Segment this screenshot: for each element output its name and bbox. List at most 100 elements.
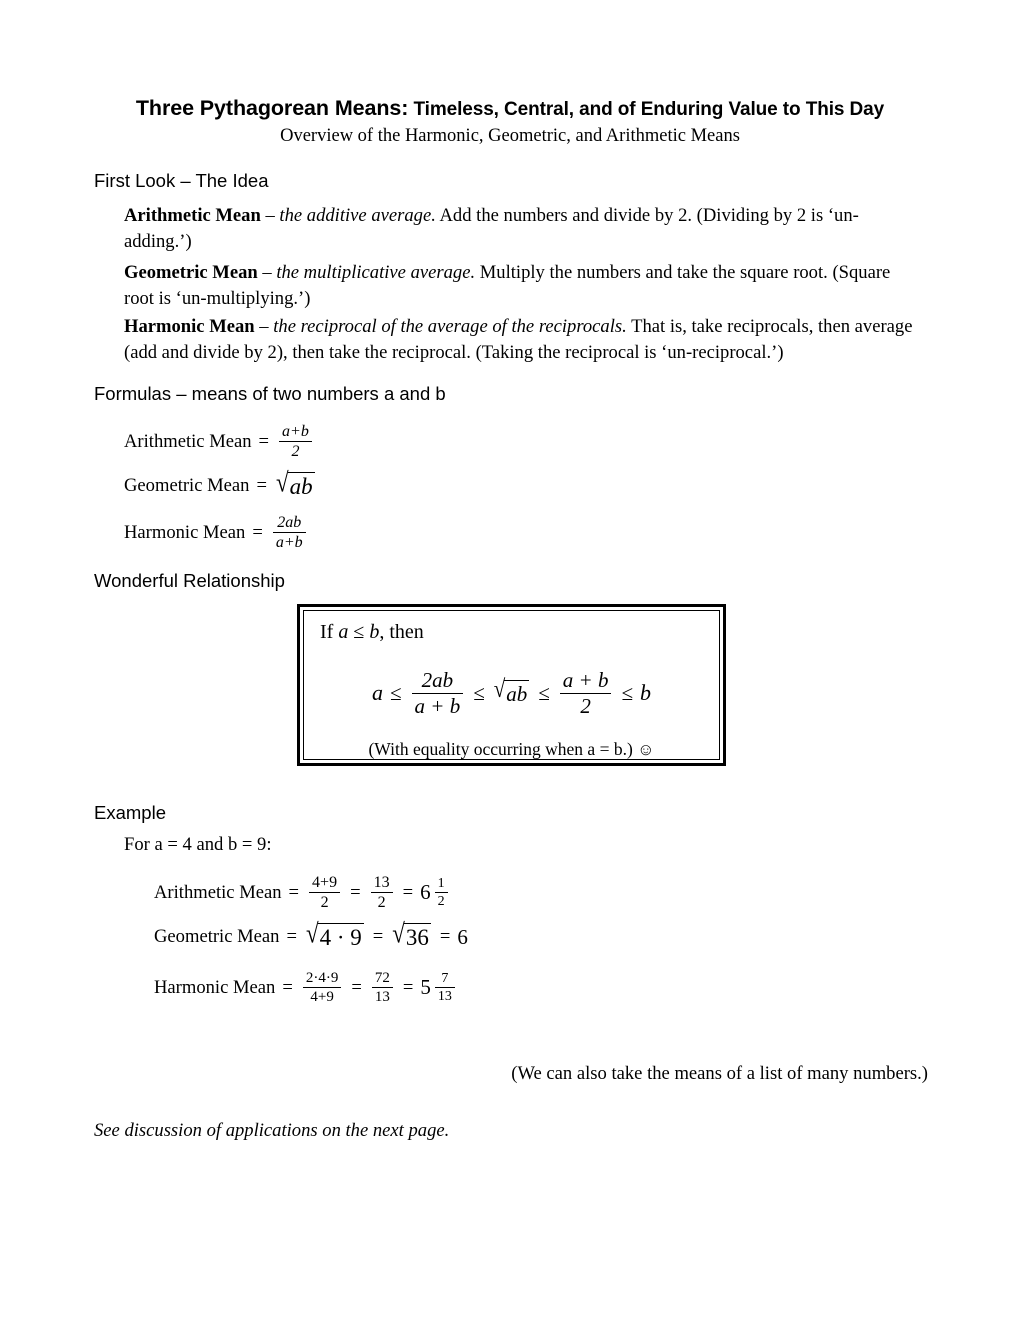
example-geometric-radical-2: √ 36 [392, 918, 431, 951]
radical-sign-icon: √ [392, 918, 405, 949]
relationship-note: (With equality occurring when a = b.) ☺ [304, 739, 719, 760]
chain-radicand: ab [504, 679, 530, 706]
example-geometric-equals-1: = [286, 926, 297, 947]
denominator: 2 [437, 894, 445, 910]
radicand: 36 [403, 923, 431, 950]
chain-arithmetic-denominator: 2 [580, 693, 591, 718]
denominator: 13 [374, 989, 390, 1006]
example-given-text: For a = 4 and b = 9: [124, 834, 272, 855]
formula-harmonic-denominator: a+b [275, 534, 303, 552]
definition-arithmetic-mean: the additive average. [279, 205, 436, 226]
example-geometric-radical-1: √ 4 · 9 [305, 918, 364, 951]
relationship-if-line: If a ≤ b, then [320, 621, 424, 643]
fraction-bar [434, 987, 455, 989]
heading-example: Example [94, 802, 166, 823]
formula-geometric-radicand: ab [287, 472, 315, 499]
formula-arithmetic-denominator: 2 [291, 443, 300, 461]
page-subtitle: Overview of the Harmonic, Geometric, and… [280, 126, 740, 146]
formula-harmonic-label: Harmonic Mean [124, 521, 246, 543]
dash-1: – [257, 262, 277, 283]
formula-arithmetic-label: Arithmetic Mean [124, 430, 252, 452]
formula-geometric-equals: = [256, 475, 267, 496]
term-harmonic-mean: Harmonic Mean [124, 316, 255, 337]
chain-harmonic-denominator: a + b [414, 693, 461, 718]
paragraph-arithmetic-mean: Arithmetic Mean – the additive average. … [124, 203, 924, 255]
term-geometric-mean: Geometric Mean [124, 262, 258, 283]
heading-formulas: Formulas – means of two numbers a and b [94, 383, 446, 404]
chain-arithmetic-fraction: a + b 2 [559, 668, 612, 718]
chain-arithmetic-numerator: a + b [562, 668, 609, 692]
paragraph-geometric-mean: Geometric Mean – the multiplicative aver… [124, 260, 924, 312]
heading-first-look: First Look – The Idea [94, 170, 269, 191]
example-harmonic-mean: Harmonic Mean = 2·4·9 4+9 = 72 13 = 5 7 … [154, 970, 458, 1005]
document-page: Three Pythagorean Means: Timeless, Centr… [0, 0, 1020, 1320]
formula-geometric-mean: Geometric Mean = √ ab [124, 467, 317, 500]
formula-arithmetic-fraction: a+b 2 [279, 423, 312, 461]
example-geometric-equals-2: = [372, 926, 384, 947]
formula-harmonic-mean: Harmonic Mean = 2ab a+b [124, 514, 309, 552]
example-geometric-result: 6 [457, 924, 468, 949]
fraction-bar [272, 532, 306, 534]
numerator: 1 [437, 876, 445, 892]
page-title-main: Three Pythagorean Means: [135, 96, 409, 120]
example-arithmetic-label: Arithmetic Mean [154, 881, 282, 903]
numerator: 2·4·9 [305, 970, 339, 986]
radical-sign-icon: √ [275, 467, 289, 498]
numerator: 7 [441, 971, 449, 987]
chain-radical: √ ab [493, 674, 530, 707]
numerator: 13 [373, 874, 390, 891]
formula-geometric-label: Geometric Mean [124, 475, 250, 496]
example-arithmetic-equals-3: = [402, 881, 414, 903]
example-arithmetic-fraction-3: 1 2 [434, 876, 448, 910]
formula-arithmetic-numerator: a+b [282, 423, 309, 440]
example-arithmetic-equals-2: = [350, 881, 361, 903]
relationship-box-inner-border: If a ≤ b, then a ≤ 2ab a + b ≤ √ ab ≤ a … [303, 610, 720, 760]
example-arithmetic-equals-1: = [288, 881, 300, 903]
numerator: 72 [374, 970, 390, 986]
radicand: 4 · 9 [317, 923, 364, 950]
definition-harmonic-mean: the reciprocal of the average of the rec… [273, 316, 627, 337]
formula-arithmetic-equals: = [258, 430, 270, 452]
paragraph-harmonic-mean: Harmonic Mean – the reciprocal of the av… [124, 314, 924, 366]
formula-harmonic-fraction: 2ab a+b [272, 514, 306, 552]
note-next-page: See discussion of applications on the ne… [94, 1120, 450, 1141]
example-arithmetic-fraction-1: 4+9 2 [309, 874, 341, 912]
example-arithmetic-whole: 6 [420, 880, 431, 905]
definition-geometric-mean: the multiplicative average. [276, 262, 476, 283]
fraction-bar [309, 892, 341, 894]
smiley-face-icon: ☺ [637, 740, 655, 759]
example-harmonic-equals-1: = [282, 976, 293, 998]
dash-2: – [254, 316, 274, 337]
example-given: For a = 4 and b = 9: [124, 834, 272, 856]
dash-0: – [260, 205, 280, 226]
example-harmonic-equals-3: = [402, 976, 414, 998]
term-arithmetic-mean: Arithmetic Mean [124, 205, 261, 226]
example-harmonic-equals-2: = [351, 976, 362, 998]
radical-sign-icon: √ [305, 918, 319, 949]
numerator: 4+9 [312, 874, 338, 891]
example-harmonic-fraction-3: 7 13 [434, 971, 455, 1005]
relationship-note-text: (With equality occurring when a = b.) [368, 739, 633, 759]
formula-harmonic-equals: = [252, 521, 263, 543]
note-many-numbers: (We can also take the means of a list of… [511, 1063, 928, 1084]
example-harmonic-label: Harmonic Mean [154, 976, 276, 998]
denominator: 2 [320, 894, 329, 912]
chain-b: b [640, 680, 651, 706]
example-geometric-mean: Geometric Mean = √ 4 · 9 = √ 36 = 6 [154, 918, 468, 951]
example-arithmetic-fraction-2: 13 2 [370, 874, 393, 912]
formula-harmonic-numerator: 2ab [277, 514, 302, 531]
formula-arithmetic-mean: Arithmetic Mean = a+b 2 [124, 423, 315, 461]
fraction-bar [279, 441, 312, 443]
fraction-bar [370, 892, 393, 894]
fraction-bar [371, 987, 393, 989]
example-geometric-label: Geometric Mean [154, 926, 280, 947]
chain-harmonic-fraction: 2ab a + b [411, 669, 464, 718]
relationship-chain: a ≤ 2ab a + b ≤ √ ab ≤ a + b 2 ≤ b [304, 669, 719, 717]
denominator: 13 [437, 989, 452, 1005]
denominator: 2 [377, 894, 386, 912]
page-title: Three Pythagorean Means: Timeless, Centr… [0, 96, 1020, 121]
example-arithmetic-mean: Arithmetic Mean = 4+9 2 = 13 2 = 6 1 2 [154, 874, 451, 912]
radical-sign-icon: √ [493, 674, 506, 703]
chain-le-2: ≤ [473, 680, 485, 705]
formula-geometric-radical: √ ab [275, 467, 315, 500]
